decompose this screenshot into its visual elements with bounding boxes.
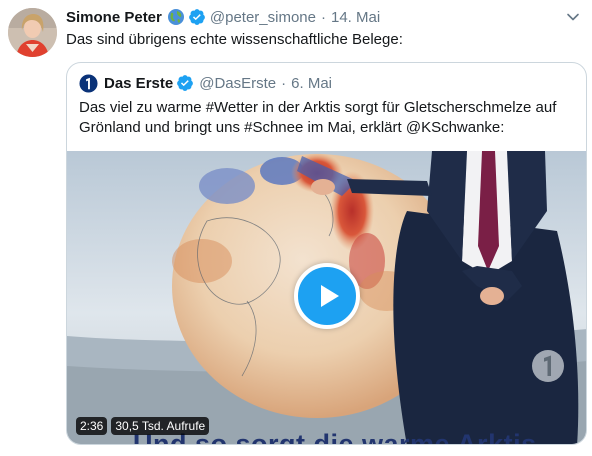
quoted-tweet-header: Das Erste @DasErste · 6. Mai — [79, 73, 332, 93]
quoted-author-name[interactable]: Das Erste — [104, 75, 173, 92]
tweet-header: Simone Peter @peter_simone · 14. Mai — [66, 7, 380, 27]
play-icon — [321, 285, 339, 307]
separator-dot: · — [321, 8, 326, 26]
author-avatar[interactable] — [8, 8, 57, 57]
tweet-date[interactable]: 14. Mai — [331, 9, 380, 26]
das-erste-logo-icon — [79, 73, 98, 93]
video-player[interactable]: Und so sorgt die warme Arktis 2:36 30,5 … — [67, 151, 586, 444]
verified-badge-icon — [177, 75, 194, 91]
tweet-text: Das sind übrigens echte wissenschaftlich… — [66, 31, 403, 48]
ard-watermark-icon — [532, 350, 564, 382]
author-name[interactable]: Simone Peter — [66, 9, 162, 26]
globe-emoji-icon — [167, 9, 184, 25]
quoted-tweet-text: Das viel zu warme #Wetter in der Arktis … — [79, 99, 557, 136]
video-badges: 2:36 30,5 Tsd. Aufrufe — [76, 417, 210, 435]
video-views-badge: 30,5 Tsd. Aufrufe — [111, 417, 210, 435]
quoted-tweet-date[interactable]: 6. Mai — [291, 75, 332, 92]
video-duration-badge: 2:36 — [76, 417, 108, 435]
play-button[interactable] — [294, 263, 360, 329]
author-handle[interactable]: @peter_simone — [210, 9, 316, 26]
chevron-down-icon[interactable] — [566, 10, 580, 24]
separator-dot: · — [281, 74, 287, 92]
quoted-tweet-card[interactable]: Das Erste @DasErste · 6. Mai Das viel zu… — [66, 62, 587, 445]
quoted-author-handle[interactable]: @DasErste — [199, 75, 276, 92]
verified-badge-icon — [188, 9, 205, 25]
